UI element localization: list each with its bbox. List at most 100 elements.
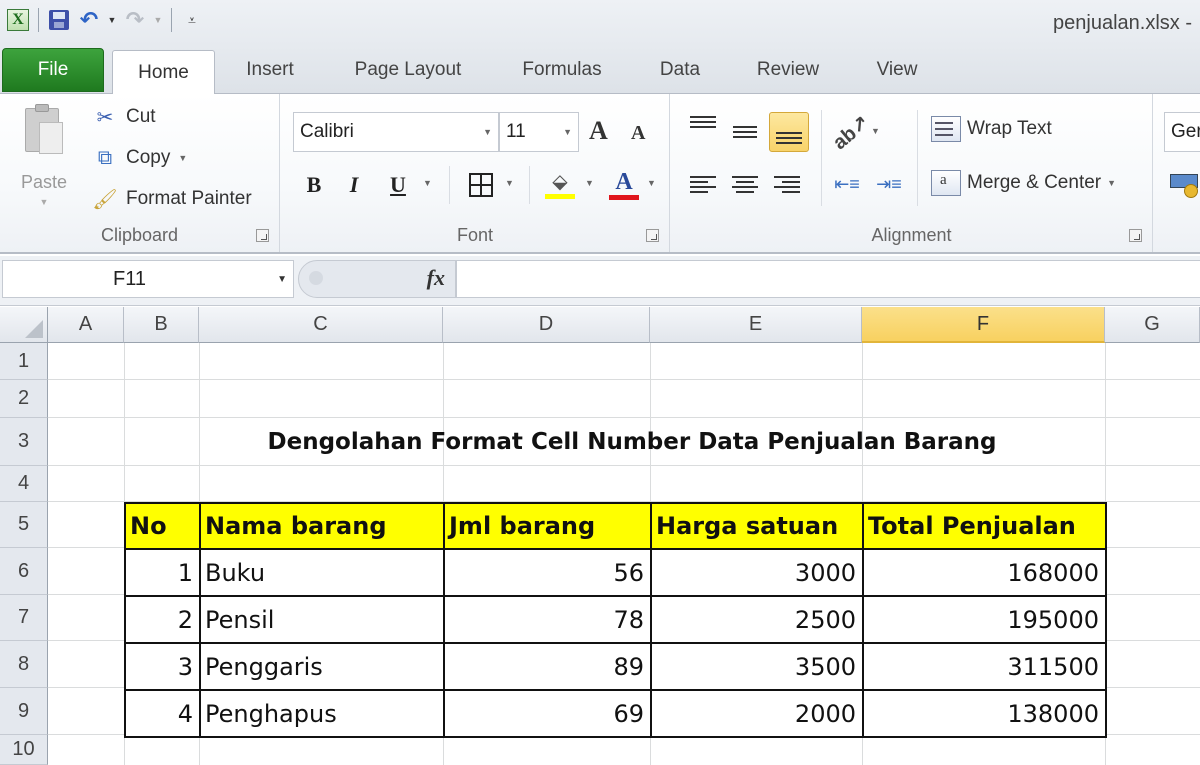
grow-font-icon[interactable]: A bbox=[589, 116, 608, 146]
cell-harga-satuan[interactable]: 2000 bbox=[650, 689, 864, 738]
bottom-align-button[interactable] bbox=[769, 112, 809, 152]
cell-harga-satuan[interactable]: 2500 bbox=[650, 595, 864, 644]
row-header-1[interactable]: 1 bbox=[0, 343, 48, 380]
row-header-4[interactable]: 4 bbox=[0, 466, 48, 502]
orientation-dropdown-icon[interactable]: ▼ bbox=[871, 126, 880, 136]
row-header-9[interactable]: 9 bbox=[0, 688, 48, 735]
increase-indent-button[interactable]: ⇥≡ bbox=[869, 164, 909, 204]
accounting-format-icon[interactable] bbox=[1170, 172, 1200, 200]
font-color-dropdown-icon[interactable]: ▼ bbox=[647, 178, 656, 188]
align-left-button[interactable] bbox=[683, 164, 723, 204]
middle-align-button[interactable] bbox=[725, 112, 765, 152]
header-cell-no[interactable]: No bbox=[124, 502, 201, 550]
column-header-b[interactable]: B bbox=[124, 307, 199, 343]
align-center-button[interactable] bbox=[725, 164, 765, 204]
top-align-button[interactable] bbox=[683, 108, 723, 148]
cell-no[interactable]: 3 bbox=[124, 642, 201, 691]
row-header-6[interactable]: 6 bbox=[0, 548, 48, 595]
copy-button[interactable]: ⧉ Copy ▼ bbox=[92, 143, 187, 173]
cell-total-penjualan[interactable]: 311500 bbox=[862, 642, 1107, 691]
fill-color-dropdown-icon[interactable]: ▼ bbox=[585, 178, 594, 188]
number-format-select[interactable]: Ger bbox=[1164, 112, 1200, 152]
cell-jml-barang[interactable]: 56 bbox=[443, 548, 652, 597]
row-header-8[interactable]: 8 bbox=[0, 641, 48, 688]
shrink-font-icon[interactable]: A bbox=[631, 122, 645, 145]
clipboard-dialog-launcher-icon[interactable] bbox=[256, 229, 269, 242]
cell-harga-satuan[interactable]: 3500 bbox=[650, 642, 864, 691]
cut-button[interactable]: ✂ Cut bbox=[92, 102, 156, 132]
borders-dropdown-icon[interactable]: ▼ bbox=[505, 178, 514, 188]
underline-dropdown-icon[interactable]: ▼ bbox=[423, 178, 432, 188]
cell-jml-barang[interactable]: 78 bbox=[443, 595, 652, 644]
paste-button[interactable]: Paste ▼ bbox=[14, 102, 74, 212]
cell-total-penjualan[interactable]: 195000 bbox=[862, 595, 1107, 644]
column-header-g[interactable]: G bbox=[1105, 307, 1200, 343]
tab-home[interactable]: Home bbox=[112, 50, 215, 95]
format-painter-button[interactable]: 🖌 Format Painter bbox=[92, 184, 251, 214]
cell-no[interactable]: 2 bbox=[124, 595, 201, 644]
row-header-7[interactable]: 7 bbox=[0, 595, 48, 641]
header-cell-nama-barang[interactable]: Nama barang bbox=[199, 502, 445, 550]
customize-toolbar-icon[interactable]: ⩡ bbox=[180, 8, 204, 32]
tab-data[interactable]: Data bbox=[648, 46, 712, 94]
header-cell-jml-barang[interactable]: Jml barang bbox=[443, 502, 652, 550]
column-header-a[interactable]: A bbox=[48, 307, 124, 343]
tab-view[interactable]: View bbox=[864, 46, 930, 94]
column-header-c[interactable]: C bbox=[199, 307, 443, 343]
tab-insert[interactable]: Insert bbox=[234, 46, 306, 94]
italic-button[interactable]: I bbox=[341, 168, 367, 202]
excel-logo-icon[interactable]: X bbox=[6, 8, 30, 32]
paste-dropdown-icon[interactable]: ▼ bbox=[40, 197, 49, 207]
name-box[interactable]: F11 ▼ bbox=[2, 260, 294, 298]
row-header-10[interactable]: 10 bbox=[0, 735, 48, 765]
alignment-dialog-launcher-icon[interactable] bbox=[1129, 229, 1142, 242]
chevron-down-icon[interactable]: ▼ bbox=[277, 274, 287, 285]
header-cell-harga-satuan[interactable]: Harga satuan bbox=[650, 502, 864, 550]
align-right-button[interactable] bbox=[767, 164, 807, 204]
tab-review[interactable]: Review bbox=[746, 46, 830, 94]
merge-dropdown-icon[interactable]: ▼ bbox=[1107, 178, 1116, 188]
row-header-2[interactable]: 2 bbox=[0, 380, 48, 418]
cell-no[interactable]: 1 bbox=[124, 548, 201, 597]
cell-total-penjualan[interactable]: 138000 bbox=[862, 689, 1107, 738]
font-dialog-launcher-icon[interactable] bbox=[646, 229, 659, 242]
row-header-5[interactable]: 5 bbox=[0, 502, 48, 548]
merge-center-button[interactable]: Merge & Center ▼ bbox=[931, 170, 1116, 196]
bold-button[interactable]: B bbox=[301, 168, 327, 202]
save-icon[interactable] bbox=[47, 8, 71, 32]
column-header-d[interactable]: D bbox=[443, 307, 650, 343]
underline-button[interactable]: U bbox=[385, 168, 411, 202]
tab-file[interactable]: File bbox=[2, 48, 104, 92]
redo-icon[interactable]: ↷ bbox=[123, 8, 147, 32]
copy-dropdown-icon[interactable]: ▼ bbox=[178, 153, 187, 163]
font-color-button[interactable]: A bbox=[607, 168, 641, 202]
undo-icon[interactable]: ↶ bbox=[77, 8, 101, 32]
cell-no[interactable]: 4 bbox=[124, 689, 201, 738]
fill-color-button[interactable]: ⬙ bbox=[543, 168, 577, 202]
column-header-f[interactable]: F bbox=[862, 307, 1105, 343]
row-header-3[interactable]: 3 bbox=[0, 418, 48, 466]
header-cell-total-penjualan[interactable]: Total Penjualan bbox=[862, 502, 1107, 550]
cell-jml-barang[interactable]: 89 bbox=[443, 642, 652, 691]
redo-dropdown-icon[interactable]: ▼ bbox=[153, 15, 163, 25]
tab-formulas[interactable]: Formulas bbox=[510, 46, 614, 94]
sheet-title-cell[interactable]: Dengolahan Format Cell Number Data Penju… bbox=[199, 418, 1105, 466]
undo-dropdown-icon[interactable]: ▼ bbox=[107, 15, 117, 25]
tab-page-layout[interactable]: Page Layout bbox=[340, 46, 476, 94]
cell-harga-satuan[interactable]: 3000 bbox=[650, 548, 864, 597]
cell-nama-barang[interactable]: Penghapus bbox=[199, 689, 445, 738]
select-all-button[interactable] bbox=[0, 307, 48, 343]
decrease-indent-button[interactable]: ⇤≡ bbox=[827, 164, 867, 204]
orientation-button[interactable]: ab↗ bbox=[829, 111, 874, 154]
cell-jml-barang[interactable]: 69 bbox=[443, 689, 652, 738]
insert-function-icon[interactable]: fx bbox=[427, 265, 445, 291]
cell-nama-barang[interactable]: Penggaris bbox=[199, 642, 445, 691]
formula-input[interactable] bbox=[456, 260, 1200, 298]
resize-handle[interactable] bbox=[309, 271, 323, 285]
cell-total-penjualan[interactable]: 168000 bbox=[862, 548, 1107, 597]
wrap-text-button[interactable]: Wrap Text bbox=[931, 116, 1052, 142]
font-name-select[interactable]: Calibri ▼ bbox=[293, 112, 499, 152]
cell-nama-barang[interactable]: Pensil bbox=[199, 595, 445, 644]
cell-nama-barang[interactable]: Buku bbox=[199, 548, 445, 597]
column-header-e[interactable]: E bbox=[650, 307, 862, 343]
